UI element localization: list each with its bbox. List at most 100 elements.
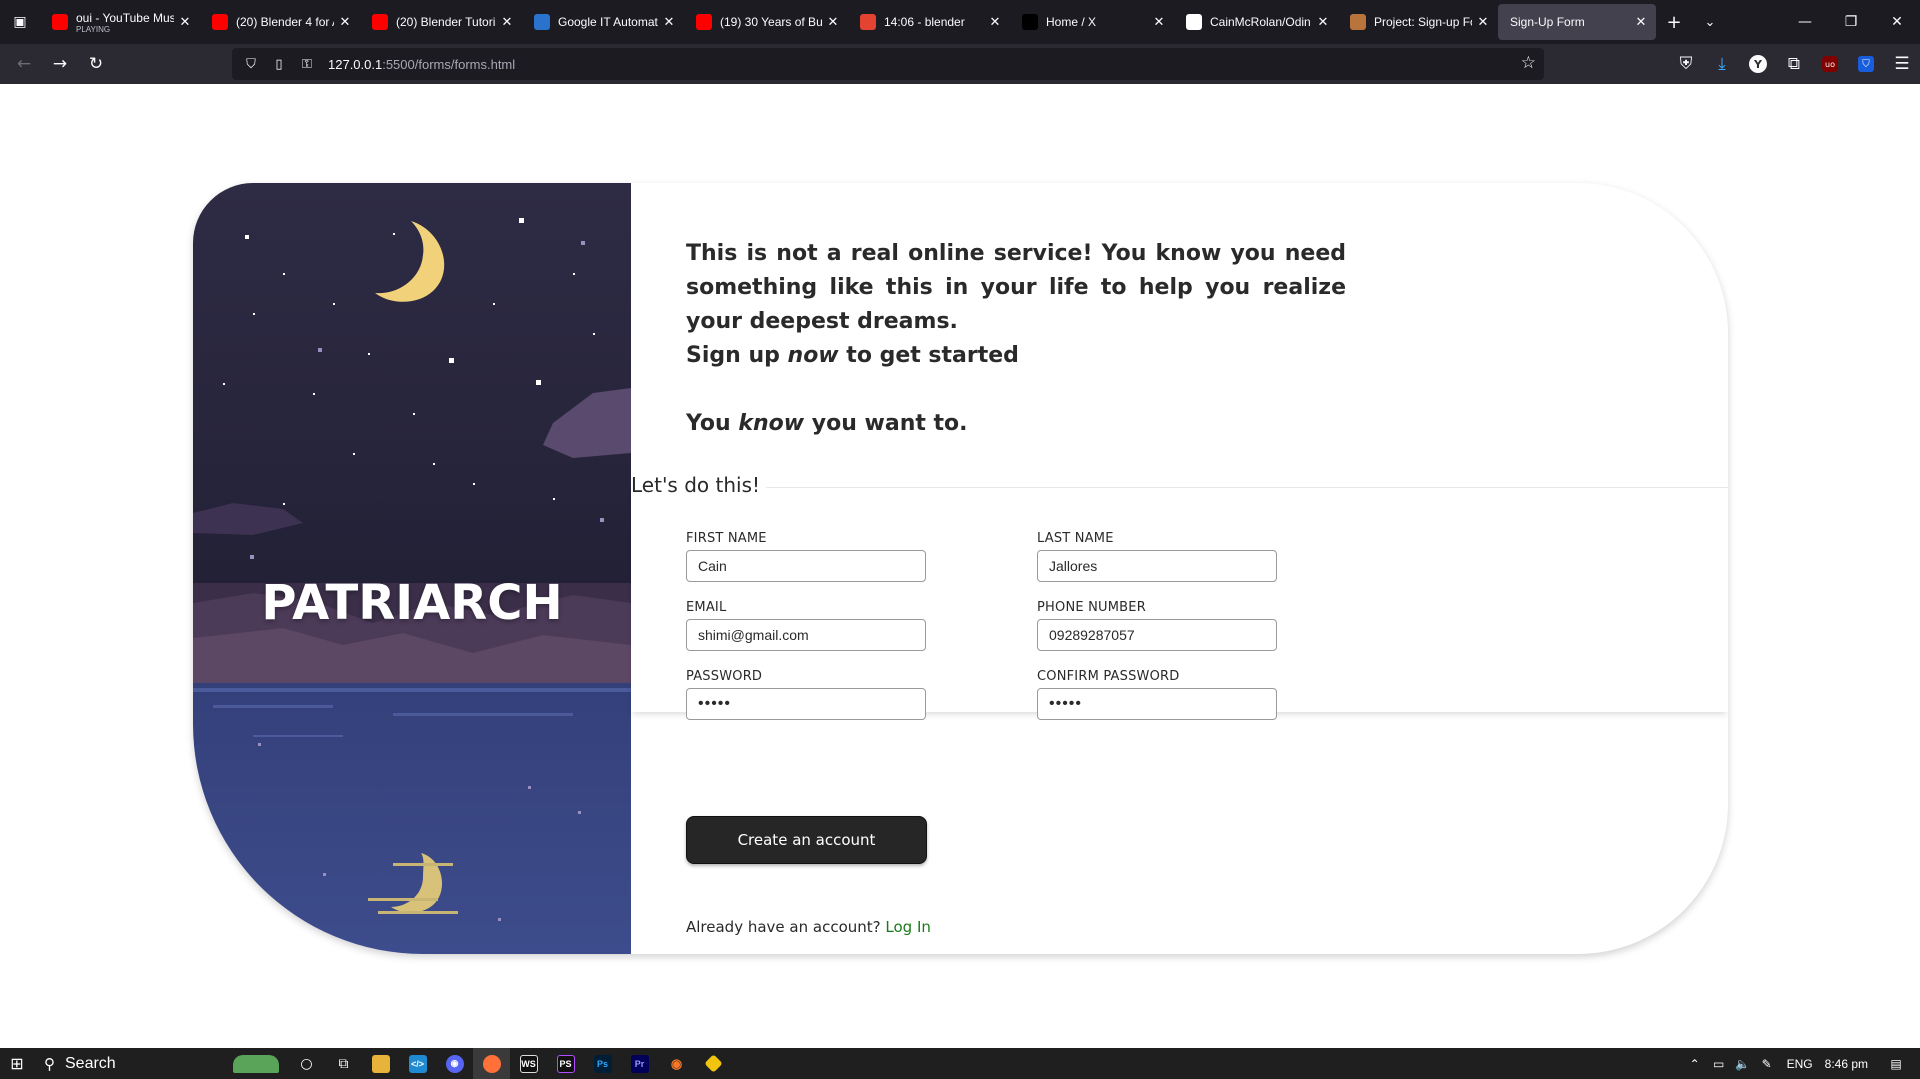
clock[interactable]: 8:46 pm — [1825, 1057, 1868, 1071]
first-name-input[interactable]: Cain — [686, 550, 926, 582]
first-name-label: FIRST NAME — [686, 531, 767, 546]
intro-cta: Sign up now to get started — [686, 339, 1346, 373]
photoshop-icon[interactable]: Ps — [584, 1048, 621, 1079]
taskbar-search-label: Search — [65, 1054, 116, 1072]
premiere-icon[interactable]: Pr — [621, 1048, 658, 1079]
tab-8[interactable]: CainMcRolan/Odin ✕ — [1174, 4, 1338, 40]
git-icon[interactable] — [695, 1048, 732, 1079]
close-tab-icon[interactable]: ✕ — [1476, 15, 1490, 30]
toolbar-icons: ⛨ ⤓ Y ⧉ uo ⛉ ☰ — [1668, 48, 1920, 80]
blender-icon[interactable]: ◉ — [658, 1048, 695, 1079]
tab-5[interactable]: (19) 30 Years of Busi ✕ — [684, 4, 848, 40]
task-view-icon[interactable]: ⧉ — [325, 1048, 362, 1079]
notifications-icon[interactable]: ▤ — [1884, 1057, 1908, 1071]
tab-title: Sign-Up Form — [1510, 15, 1585, 29]
minimize-button[interactable]: — — [1782, 0, 1828, 44]
bookmark-star-icon[interactable]: ☆ — [1521, 53, 1536, 73]
intro-cta-pre: Sign up — [686, 343, 788, 368]
close-tab-icon[interactable]: ✕ — [826, 15, 840, 30]
tab-10[interactable]: Sign-Up Form ✕ — [1498, 4, 1656, 40]
close-tab-icon[interactable]: ✕ — [500, 15, 514, 30]
tab-2[interactable]: (20) Blender 4 for Al ✕ — [200, 4, 360, 40]
widgets-icon[interactable] — [224, 1048, 288, 1079]
language-indicator[interactable]: ENG — [1787, 1057, 1813, 1071]
tab-4[interactable]: Google IT Automati ✕ — [522, 4, 684, 40]
create-account-button[interactable]: Create an account — [686, 816, 927, 864]
tab-bar: ▣ oui - YouTube Musi PLAYING ✕ (20) Blender… — [0, 0, 1920, 44]
close-tab-icon[interactable]: ✕ — [662, 15, 676, 30]
brand-title: PATRIARCH — [261, 575, 563, 631]
tab-3[interactable]: (20) Blender Tutoria ✕ — [360, 4, 522, 40]
url-text[interactable]: 127.0.0.1:5500/forms/forms.html — [328, 57, 515, 72]
close-window-button[interactable]: ✕ — [1874, 0, 1920, 44]
tab-1[interactable]: oui - YouTube Musi PLAYING ✕ — [40, 4, 200, 40]
close-tab-icon[interactable]: ✕ — [178, 15, 192, 30]
ublock-icon[interactable]: uo — [1812, 48, 1848, 80]
intro-tagline-pre: You — [686, 411, 739, 436]
back-arrow-icon[interactable]: ← — [6, 48, 42, 80]
close-tab-icon[interactable]: ✕ — [338, 15, 352, 30]
url-bar[interactable]: ⛉ ▯ ⚿ 127.0.0.1:5500/forms/forms.html ☆ — [232, 48, 1544, 80]
cortana-icon[interactable]: ○ — [288, 1048, 325, 1079]
tab-title: (19) 30 Years of Busi — [720, 15, 822, 29]
tab-6[interactable]: 14:06 - blender ✕ — [848, 4, 1010, 40]
tab-strip: oui - YouTube Musi PLAYING ✕ (20) Blender 4… — [40, 4, 1656, 40]
tab-overview-icon[interactable]: ▣ — [0, 0, 40, 44]
todoist-icon — [860, 14, 876, 30]
tab-7[interactable]: Home / X ✕ — [1010, 4, 1174, 40]
close-tab-icon[interactable]: ✕ — [1316, 15, 1330, 30]
last-name-input[interactable]: Jallores — [1037, 550, 1277, 582]
windows-start-icon[interactable]: ⊞ — [0, 1048, 34, 1079]
tab-label: (20) Blender Tutoria — [396, 15, 496, 29]
file-explorer-icon[interactable] — [362, 1048, 399, 1079]
tab-9[interactable]: Project: Sign-up Fo ✕ — [1338, 4, 1498, 40]
close-tab-icon[interactable]: ✕ — [1634, 15, 1648, 30]
hero-image: PATRIARCH — [193, 183, 631, 954]
login-link[interactable]: Log In — [885, 918, 931, 936]
extensions-icon[interactable]: ⧉ — [1776, 48, 1812, 80]
discord-icon[interactable]: ◉ — [436, 1048, 473, 1079]
page-info-icon[interactable]: ▯ — [268, 53, 290, 75]
forward-arrow-icon[interactable]: → — [42, 48, 78, 80]
network-icon[interactable]: ▭ — [1707, 1057, 1731, 1071]
webstorm-icon[interactable]: WS — [510, 1048, 547, 1079]
phpstorm-icon[interactable]: PS — [547, 1048, 584, 1079]
intro-tagline: You know you want to. — [686, 407, 1346, 441]
youtube-icon — [696, 14, 712, 30]
tab-title: Google IT Automati — [558, 15, 658, 29]
x-icon — [1022, 14, 1038, 30]
list-all-tabs-icon[interactable]: ⌄ — [1692, 4, 1728, 40]
email-input[interactable]: shimi@gmail.com — [686, 619, 926, 651]
odin-icon — [1350, 14, 1366, 30]
tab-label: (20) Blender 4 for Al — [236, 15, 334, 29]
account-icon[interactable]: Y — [1740, 48, 1776, 80]
volume-icon[interactable]: 🔈 — [1731, 1057, 1755, 1071]
intro-cta-em: now — [787, 343, 839, 368]
close-tab-icon[interactable]: ✕ — [988, 15, 1002, 30]
firefox-icon[interactable] — [473, 1048, 510, 1079]
shield-icon[interactable]: ⛉ — [240, 53, 262, 75]
pen-icon[interactable]: ✎ — [1755, 1057, 1779, 1071]
tab-label: oui - YouTube Musi PLAYING — [76, 11, 174, 34]
confirm-password-input[interactable]: ••••• — [1037, 688, 1277, 720]
new-tab-button[interactable]: + — [1656, 4, 1692, 40]
restore-button[interactable]: ❐ — [1828, 0, 1874, 44]
key-icon[interactable]: ⚿ — [296, 53, 318, 75]
bitwarden-icon[interactable]: ⛉ — [1848, 48, 1884, 80]
login-row: Already have an account? Log In — [686, 918, 931, 936]
taskbar-search[interactable]: ⚲ Search — [34, 1048, 224, 1079]
phone-input[interactable]: 09289287057 — [1037, 619, 1277, 651]
pocket-icon[interactable]: ⛨ — [1668, 48, 1704, 80]
signup-panel: This is not a real online service! You k… — [631, 183, 1728, 954]
show-hidden-icons-icon[interactable]: ⌃ — [1683, 1057, 1707, 1071]
password-label: PASSWORD — [686, 669, 763, 684]
password-input[interactable]: ••••• — [686, 688, 926, 720]
vscode-icon[interactable]: </> — [399, 1048, 436, 1079]
reload-icon[interactable]: ↻ — [78, 48, 114, 80]
menu-icon[interactable]: ☰ — [1884, 48, 1920, 80]
youtube-music-icon — [52, 14, 68, 30]
phone-group: PHONE NUMBER 09289287057 — [1037, 600, 1277, 651]
close-tab-icon[interactable]: ✕ — [1152, 15, 1166, 30]
downloads-icon[interactable]: ⤓ — [1704, 48, 1740, 80]
